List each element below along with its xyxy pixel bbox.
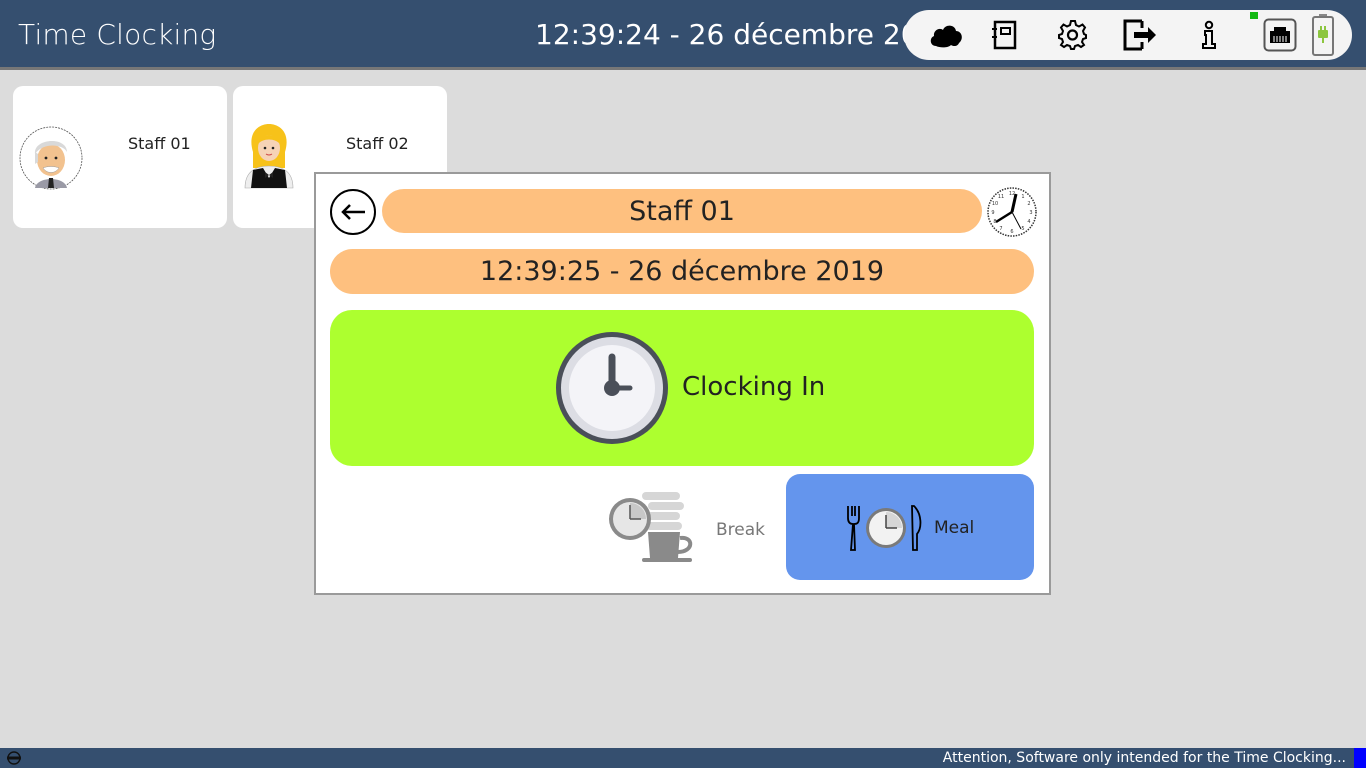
elderly-man-avatar xyxy=(19,126,83,190)
svg-text:11: 11 xyxy=(998,194,1004,200)
svg-text:9: 9 xyxy=(991,210,994,216)
svg-text:5: 5 xyxy=(1021,226,1024,232)
meal-clock-icon xyxy=(847,505,922,551)
waitress-avatar xyxy=(244,124,294,189)
network-button[interactable] xyxy=(1262,17,1298,53)
meal-label: Meal xyxy=(934,518,975,538)
battery-charging-icon xyxy=(1312,14,1334,56)
app-title: Time Clocking xyxy=(18,18,217,51)
info-icon xyxy=(1202,20,1216,49)
svg-text:10: 10 xyxy=(992,201,998,207)
logout-button[interactable] xyxy=(1122,17,1158,53)
toolbar xyxy=(904,10,1352,60)
svg-text:4: 4 xyxy=(1027,219,1030,225)
analog-clock-icon: 12 12 345 678 91011 xyxy=(987,187,1037,237)
dialog-datetime: 12:39:25 - 26 décembre 2019 xyxy=(330,249,1034,294)
coffee-break-icon xyxy=(609,492,693,562)
journal-button[interactable] xyxy=(987,17,1023,53)
status-bar: Attention, Software only intended for th… xyxy=(0,748,1366,768)
settings-button[interactable] xyxy=(1055,17,1091,53)
staff-card-01[interactable]: Staff 01 xyxy=(13,86,227,228)
globe-icon[interactable] xyxy=(6,751,22,765)
staff-name: Staff 02 xyxy=(346,134,409,153)
status-led xyxy=(1250,12,1258,19)
svg-text:7: 7 xyxy=(999,226,1002,232)
header-datetime: 12:39:24 - 26 décembre 2019 xyxy=(535,18,955,51)
ethernet-icon xyxy=(1263,18,1297,52)
status-indicator xyxy=(1354,748,1366,768)
svg-text:1: 1 xyxy=(1021,194,1024,200)
info-button[interactable] xyxy=(1191,17,1227,53)
staff-clocking-dialog: Staff 01 12 1 2 345 678 9 10 11 12:39:25 - 2… xyxy=(314,172,1051,595)
meal-button[interactable]: Meal xyxy=(786,474,1034,580)
back-button[interactable] xyxy=(330,189,376,235)
logout-icon xyxy=(1123,19,1156,51)
notebook-icon xyxy=(992,20,1017,50)
selected-staff-name: Staff 01 xyxy=(382,189,982,233)
arrow-left-icon xyxy=(341,204,365,220)
staff-name: Staff 01 xyxy=(128,134,191,153)
gear-icon xyxy=(1058,20,1087,50)
break-label: Break xyxy=(716,520,765,540)
clocking-in-button[interactable]: Clocking In xyxy=(330,310,1034,466)
svg-text:2: 2 xyxy=(1027,201,1030,207)
battery-button[interactable] xyxy=(1305,12,1341,58)
status-message: Attention, Software only intended for th… xyxy=(942,750,1346,766)
cloud-icon xyxy=(930,25,962,48)
top-bar: Time Clocking 12:39:24 - 26 décembre 201… xyxy=(0,0,1366,70)
clocking-in-label: Clocking In xyxy=(682,372,826,402)
svg-text:6: 6 xyxy=(1010,229,1013,235)
clock-icon xyxy=(556,332,668,444)
cloud-button[interactable] xyxy=(928,17,964,53)
svg-text:3: 3 xyxy=(1029,210,1032,216)
break-button[interactable]: Break xyxy=(596,476,776,580)
